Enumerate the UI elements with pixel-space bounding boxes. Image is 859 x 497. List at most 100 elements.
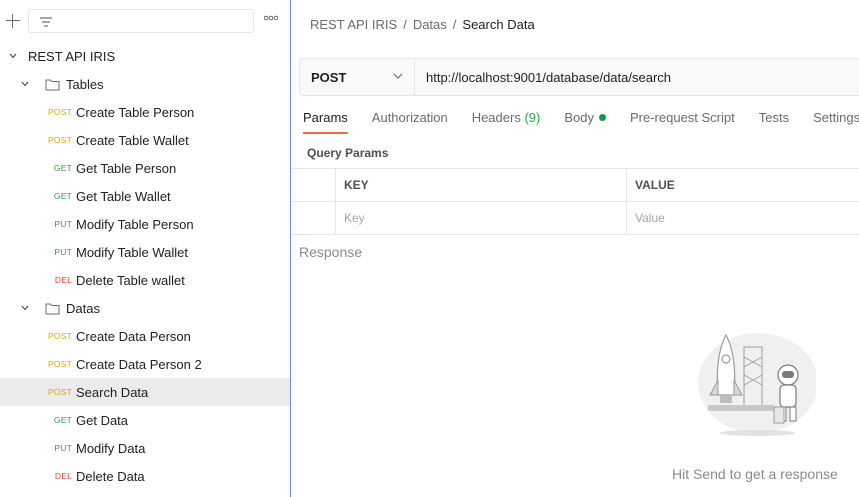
request-name: Create Data Person <box>76 328 191 344</box>
breadcrumb-separator: / <box>452 17 457 32</box>
tab-label: Params <box>303 110 348 125</box>
request-item[interactable]: POST Search Data <box>0 378 290 406</box>
request-name: Create Data Person 2 <box>76 356 202 372</box>
params-header-row: KEY VALUE <box>291 169 859 202</box>
request-name: Create Table Person <box>76 104 195 120</box>
request-item[interactable]: DEL Delete Data <box>0 462 290 490</box>
method-badge: PUT <box>54 219 72 229</box>
request-panel: REST API IRIS / Datas / Search Data POST… <box>291 0 859 497</box>
method-badge: GET <box>53 415 72 425</box>
method-select[interactable]: POST <box>300 59 415 95</box>
params-check-header <box>291 169 336 201</box>
tab-label: Settings <box>813 110 859 125</box>
more-options-icon[interactable] <box>264 15 278 21</box>
tab-label: Headers <box>471 110 521 125</box>
method-badge: POST <box>48 387 72 397</box>
filter-icon <box>40 17 52 27</box>
request-name: Modify Table Wallet <box>76 244 188 260</box>
method-badge: POST <box>48 359 72 369</box>
method-badge: POST <box>48 135 72 145</box>
params-row-check[interactable] <box>291 202 336 234</box>
url-input[interactable] <box>415 59 859 95</box>
request-item[interactable]: DEL Delete Table wallet <box>0 266 290 294</box>
request-item[interactable]: POST Create Table Person <box>0 98 290 126</box>
collection-name: REST API IRIS <box>28 48 116 64</box>
tab-authorization[interactable]: Authorization <box>372 110 448 133</box>
request-item[interactable]: POST Create Data Person <box>0 322 290 350</box>
param-value-input[interactable]: Value <box>627 202 859 234</box>
request-name: Search Data <box>76 384 149 400</box>
value-column-header: VALUE <box>635 178 675 192</box>
tab-settings[interactable]: Settings <box>813 110 859 133</box>
folder-name: Tables <box>66 76 104 92</box>
request-name: Create Table Wallet <box>76 132 189 148</box>
tab-label: Body <box>564 110 594 125</box>
tab-headers[interactable]: Headers (9) <box>472 110 541 133</box>
tab-pre-request-script[interactable]: Pre-request Script <box>630 110 735 133</box>
folder-name: Datas <box>66 300 100 316</box>
tab-label: Authorization <box>371 110 448 125</box>
request-name: Get Table Wallet <box>76 188 171 204</box>
breadcrumb: REST API IRIS / Datas / Search Data <box>310 17 535 32</box>
collection-row[interactable]: REST API IRIS <box>0 42 290 70</box>
sidebar: REST API IRIS Tables POST Create Table Pers… <box>0 0 291 497</box>
method-badge: GET <box>53 163 72 173</box>
request-name: Modify Table Person <box>76 216 194 232</box>
collection-tree: REST API IRIS Tables POST Create Table Pers… <box>0 42 290 490</box>
method-badge: PUT <box>54 247 72 257</box>
request-name: Get Table Person <box>76 160 177 176</box>
params-row: Key Value <box>291 202 859 235</box>
request-name: Delete Data <box>76 468 145 484</box>
request-name: Delete Table wallet <box>76 272 185 288</box>
param-key-input[interactable]: Key <box>336 202 627 234</box>
body-indicator-dot <box>598 114 606 121</box>
tab-label: Tests <box>758 110 790 125</box>
folder-row-datas[interactable]: Datas <box>0 294 290 322</box>
chevron-down-icon[interactable] <box>20 79 30 89</box>
chevron-down-icon <box>393 73 403 79</box>
method-badge: POST <box>48 331 72 341</box>
tab-count: (9) <box>524 110 541 125</box>
query-params-title: Query Params <box>307 146 389 160</box>
method-badge: PUT <box>54 443 72 453</box>
method-select-value: POST <box>311 69 347 85</box>
request-item[interactable]: PUT Modify Data <box>0 434 290 462</box>
request-item[interactable]: POST Create Data Person 2 <box>0 350 290 378</box>
chevron-down-icon[interactable] <box>20 303 30 313</box>
rocket-astronaut-illustration <box>698 333 816 436</box>
filter-input[interactable] <box>28 9 254 33</box>
chevron-down-icon[interactable] <box>8 51 18 61</box>
tab-params[interactable]: Params <box>303 110 348 134</box>
folder-row-tables[interactable]: Tables <box>0 70 290 98</box>
breadcrumb-separator: / <box>403 17 407 32</box>
request-item[interactable]: PUT Modify Table Wallet <box>0 238 290 266</box>
request-name: Get Data <box>76 412 129 428</box>
tab-body[interactable]: Body <box>564 110 606 133</box>
folder-icon <box>45 302 60 315</box>
request-name: Modify Data <box>76 440 146 456</box>
tab-tests[interactable]: Tests <box>759 110 789 133</box>
method-badge: DEL <box>54 275 72 285</box>
request-item[interactable]: GET Get Data <box>0 406 290 434</box>
request-tabs: Params Authorization Headers (9) Body Pre-re… <box>303 110 859 134</box>
key-column-header: KEY <box>336 169 627 201</box>
request-item[interactable]: POST Create Table Wallet <box>0 126 290 154</box>
breadcrumb-folder[interactable]: Datas <box>413 17 447 32</box>
new-plus-icon[interactable] <box>6 14 20 28</box>
params-table: KEY VALUE Key Value <box>291 168 859 235</box>
response-label: Response <box>299 244 363 260</box>
request-item[interactable]: PUT Modify Table Person <box>0 210 290 238</box>
method-badge: GET <box>53 191 72 201</box>
app-window: REST API IRIS Tables POST Create Table Pers… <box>0 0 859 497</box>
request-item[interactable]: GET Get Table Wallet <box>0 182 290 210</box>
send-hint: Hit Send to get a response <box>672 466 838 482</box>
sidebar-toolbar <box>0 0 290 42</box>
method-badge: POST <box>48 107 72 117</box>
breadcrumb-collection[interactable]: REST API IRIS <box>310 17 397 32</box>
method-badge: DEL <box>54 471 72 481</box>
request-item[interactable]: GET Get Table Person <box>0 154 290 182</box>
url-bar: POST <box>299 58 859 96</box>
breadcrumb-current[interactable]: Search Data <box>462 17 534 32</box>
tab-label: Pre-request Script <box>629 110 735 125</box>
folder-icon <box>45 78 60 91</box>
